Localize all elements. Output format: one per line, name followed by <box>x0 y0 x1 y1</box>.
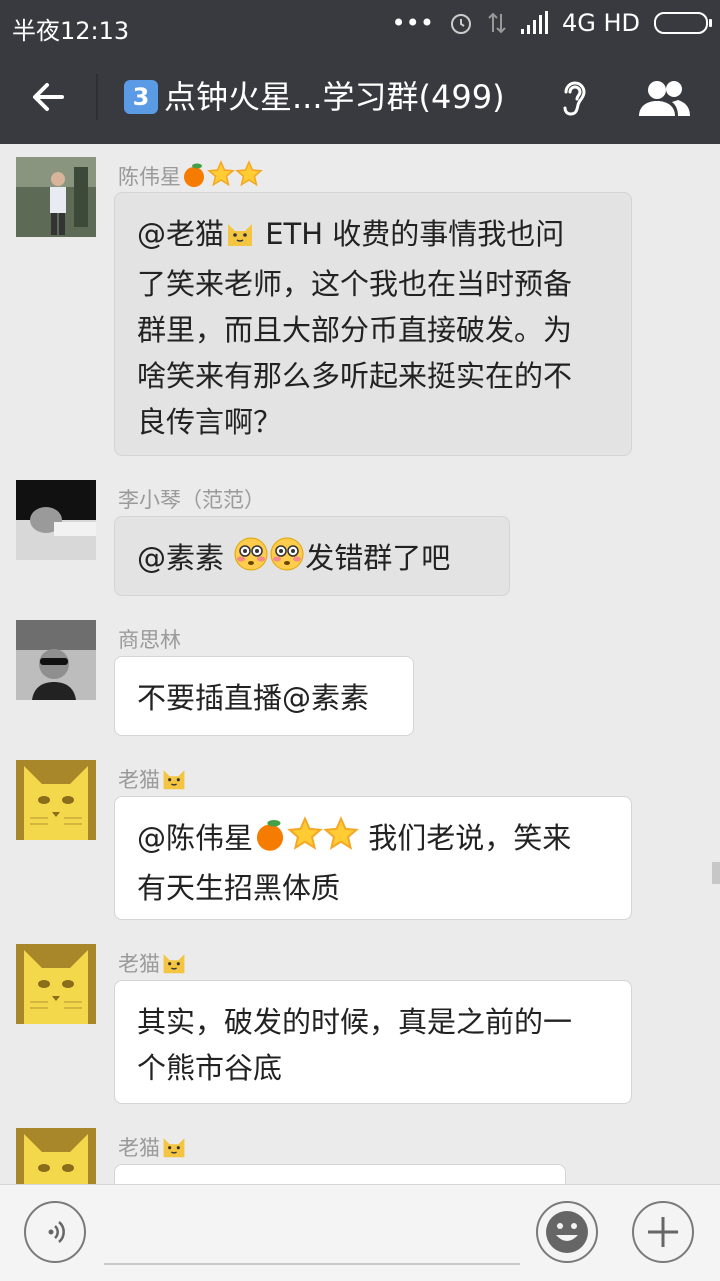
message-line: @老猫 ETH 收费的事情我也问 <box>137 211 609 261</box>
star-emoji <box>207 160 235 193</box>
message-line: 个熊市谷底 <box>137 1051 283 1085</box>
message-input[interactable] <box>104 1263 520 1265</box>
status-bar: 半夜12:13 ••• 4G HD <box>0 0 720 50</box>
message-line: 良传言啊？ <box>137 405 283 439</box>
emoji-button[interactable] <box>536 1201 598 1263</box>
message-line: 啥笑来有那么多听起来挺实在的不 <box>137 359 573 393</box>
message-bubble[interactable]: @老猫 ETH 收费的事情我也问 了笑来老师，这个我也在当时预备 群里，而且大部… <box>114 192 632 456</box>
avatar[interactable] <box>16 480 96 560</box>
star-emoji <box>287 816 323 865</box>
status-icons: ••• 4G HD <box>391 9 712 37</box>
voice-input-icon <box>48 1221 65 1243</box>
star-emoji <box>323 816 359 865</box>
message-bubble[interactable] <box>114 1164 566 1184</box>
message-bubble[interactable]: @素素 发错群了吧 <box>114 516 510 596</box>
status-time: 半夜12:13 <box>12 17 130 45</box>
more-dots-icon: ••• <box>391 9 434 37</box>
star-emoji <box>235 160 263 193</box>
message-line: @陈伟星 我们老说，笑来 <box>137 815 609 865</box>
header-divider <box>96 74 98 120</box>
sender-name: 陈伟星 <box>118 160 263 193</box>
orange-emoji <box>253 818 287 865</box>
flushed-face-emoji <box>233 536 269 585</box>
keycap-badge: 3 <box>124 80 158 114</box>
message-bubble[interactable]: @陈伟星 我们老说，笑来 有天生招黑体质 <box>114 796 632 920</box>
plus-icon <box>648 1217 678 1247</box>
sender-name: 商思林 <box>118 628 181 652</box>
cat-emoji <box>224 215 256 261</box>
avatar[interactable] <box>16 620 96 700</box>
message-bubble[interactable]: 不要插直播@素素 <box>114 656 414 736</box>
input-bar <box>0 1184 720 1281</box>
scrollbar-thumb[interactable] <box>712 862 720 884</box>
back-arrow-icon[interactable] <box>26 74 72 120</box>
emoji-icon <box>546 1211 588 1253</box>
avatar[interactable] <box>16 944 96 1024</box>
group-members-icon[interactable] <box>636 78 692 118</box>
cat-emoji <box>160 765 188 796</box>
ear-icon[interactable] <box>558 76 592 118</box>
alarm-icon <box>450 14 471 34</box>
sender-name: 老猫 <box>118 1132 188 1164</box>
chat-header: 3 点钟火星...学习群(499) <box>0 50 720 144</box>
chat-title-text: 点钟火星...学习群(499) <box>164 78 505 116</box>
battery-icon <box>654 12 712 34</box>
avatar[interactable] <box>16 760 96 840</box>
cat-emoji <box>160 1133 188 1164</box>
message-line: 有天生招黑体质 <box>137 871 341 905</box>
message-line: 了笑来老师，这个我也在当时预备 <box>137 267 573 301</box>
message-line: 其实，破发的时候，真是之前的一 <box>137 1005 573 1039</box>
voice-input-button[interactable] <box>24 1201 86 1263</box>
sender-name: 李小琴（范范） <box>118 488 265 512</box>
signal-icon <box>520 11 548 34</box>
more-button[interactable] <box>632 1201 694 1263</box>
data-transfer-icon <box>488 12 506 34</box>
flushed-face-emoji <box>269 536 305 585</box>
chat-title: 3 点钟火星...学习群(499) <box>124 72 505 118</box>
avatar[interactable] <box>16 157 96 237</box>
avatar[interactable] <box>16 1128 96 1184</box>
chat-message-list[interactable]: 陈伟星 @老猫 ETH 收费的事情我也问 了笑来老师，这个我也在当时预备 群里，… <box>0 144 720 1184</box>
network-type: 4G HD <box>561 9 640 37</box>
sender-name: 老猫 <box>118 764 188 796</box>
message-bubble[interactable]: 其实，破发的时候，真是之前的一 个熊市谷底 <box>114 980 632 1104</box>
orange-emoji <box>181 162 207 193</box>
cat-emoji <box>160 949 188 980</box>
message-line: 群里，而且大部分币直接破发。为 <box>137 313 573 347</box>
sender-name: 老猫 <box>118 948 188 980</box>
